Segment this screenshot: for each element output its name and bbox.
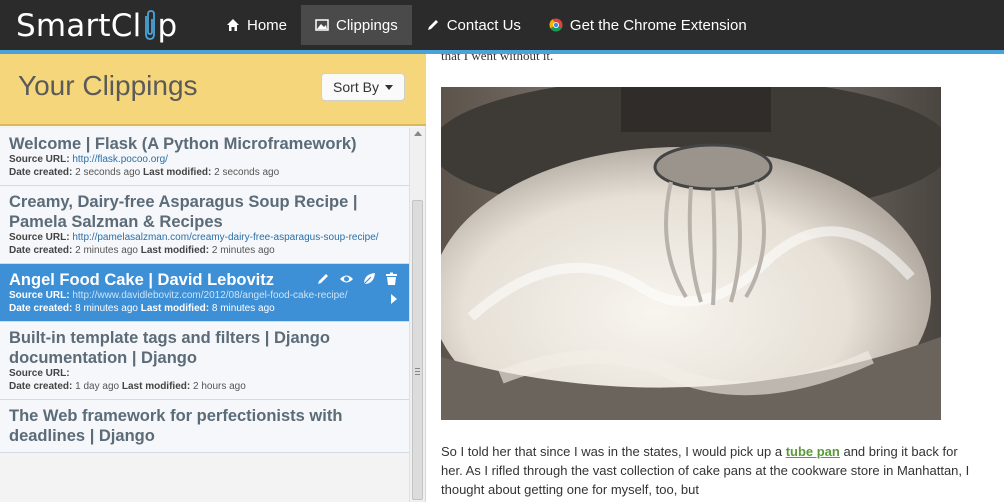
brand-name-suffix: p	[157, 8, 178, 44]
modified-value: 8 minutes ago	[211, 302, 275, 314]
image-icon	[315, 18, 329, 32]
nav-chrome-extension[interactable]: Get the Chrome Extension	[535, 5, 761, 45]
clipping-source-row: Source URL:	[9, 368, 401, 381]
leaf-icon[interactable]	[362, 272, 376, 286]
scroll-thumb[interactable]	[412, 200, 423, 500]
clipping-source-row: Source URL: http://pamelasalzman.com/cre…	[9, 232, 401, 245]
nav-clippings-label: Clippings	[336, 16, 398, 34]
clipping-item[interactable]: The Web framework for perfectionists wit…	[0, 400, 409, 453]
paragraph-text-before: So I told her that since I was in the st…	[441, 444, 786, 459]
modified-label: Last modified:	[140, 302, 210, 314]
top-navbar: SmartCl p Home Clippings Contact Us Get t…	[0, 0, 1004, 50]
source-label: Source URL:	[9, 232, 70, 243]
modified-label: Last modified:	[142, 166, 212, 178]
clipping-source-row: Source URL: http://www.davidlebovitz.com…	[9, 290, 401, 303]
created-label: Date created:	[9, 302, 73, 314]
source-link[interactable]: http://flask.pocoo.org/	[72, 154, 168, 165]
clipping-title: Creamy, Dairy-free Asparagus Soup Recipe…	[9, 193, 358, 231]
clipping-date-row: Date created: 8 minutes ago Last modifie…	[9, 303, 401, 316]
clipping-item-selected[interactable]: Angel Food Cake | David Lebovitz Source …	[0, 264, 409, 322]
sidebar-header: Your Clippings Sort By	[0, 54, 426, 126]
article-photo	[441, 87, 941, 420]
clipping-date-row: Date created: 2 minutes ago Last modifie…	[9, 245, 401, 258]
clipping-date-row: Date created: 1 day ago Last modified: 2…	[9, 381, 401, 394]
modified-label: Last modified:	[121, 380, 191, 392]
nav-home-label: Home	[247, 16, 288, 34]
modified-label: Last modified:	[140, 244, 210, 256]
created-value: 2 seconds ago	[75, 166, 141, 178]
sidebar-title: Your Clippings	[18, 70, 198, 101]
nav-contact[interactable]: Contact Us	[412, 5, 535, 45]
nav-contact-label: Contact Us	[446, 16, 521, 34]
source-link[interactable]: http://www.davidlebovitz.com/2012/08/ang…	[72, 290, 347, 301]
source-label: Source URL:	[9, 368, 70, 379]
clipping-title: The Web framework for perfectionists wit…	[9, 407, 343, 445]
caret-down-icon	[384, 84, 393, 90]
scroll-up-arrow-icon[interactable]	[414, 131, 422, 136]
nav-chrome-extension-label: Get the Chrome Extension	[569, 16, 747, 34]
modified-value: 2 minutes ago	[211, 244, 275, 256]
tube-pan-link[interactable]: tube pan	[786, 444, 840, 459]
main-nav: Home Clippings Contact Us Get the Chrome…	[212, 5, 761, 45]
clippings-sidebar: Your Clippings Sort By Welcome | Flask (…	[0, 54, 426, 502]
clipping-item[interactable]: Built-in template tags and filters | Dja…	[0, 322, 409, 400]
created-value: 2 minutes ago	[75, 244, 138, 256]
brand-logo[interactable]: SmartCl p	[16, 6, 177, 46]
modified-value: 2 hours ago	[192, 380, 246, 392]
brand-name-prefix: SmartCl	[16, 8, 142, 44]
created-value: 8 minutes ago	[75, 302, 138, 314]
trash-icon[interactable]	[385, 272, 399, 286]
article-text-cutoff: that I went without it.	[441, 54, 554, 63]
source-label: Source URL:	[9, 154, 70, 165]
paperclip-icon	[142, 10, 156, 42]
modified-value: 2 seconds ago	[214, 166, 280, 178]
pencil-icon	[426, 18, 440, 32]
sidebar-scrollbar[interactable]	[409, 128, 425, 502]
clipping-item[interactable]: Creamy, Dairy-free Asparagus Soup Recipe…	[0, 186, 409, 264]
clipping-source-row: Source URL: http://flask.pocoo.org/	[9, 154, 401, 167]
edit-pencil-icon[interactable]	[316, 272, 330, 286]
view-eye-icon[interactable]	[339, 272, 353, 286]
clipping-list: Welcome | Flask (A Python Microframework…	[0, 128, 409, 502]
nav-clippings[interactable]: Clippings	[301, 5, 412, 45]
home-icon	[226, 18, 240, 32]
created-label: Date created:	[9, 244, 73, 256]
clipping-item[interactable]: Welcome | Flask (A Python Microframework…	[0, 128, 409, 186]
clipping-title: Built-in template tags and filters | Dja…	[9, 329, 330, 367]
clipping-date-row: Date created: 2 seconds ago Last modifie…	[9, 167, 401, 180]
nav-home[interactable]: Home	[212, 5, 301, 45]
selected-arrow-icon	[391, 294, 397, 304]
sort-by-button[interactable]: Sort By	[321, 73, 405, 101]
clipping-title: Welcome | Flask (A Python Microframework…	[9, 135, 357, 153]
created-value: 1 day ago	[75, 380, 120, 392]
grip-icon	[415, 368, 420, 369]
clipping-actions	[316, 272, 399, 286]
clipping-content: that I went without it. So I told her th…	[427, 54, 1004, 502]
created-label: Date created:	[9, 380, 73, 392]
sort-by-label: Sort By	[333, 79, 379, 95]
chrome-icon	[549, 18, 563, 32]
source-link[interactable]: http://pamelasalzman.com/creamy-dairy-fr…	[72, 232, 378, 243]
created-label: Date created:	[9, 166, 73, 178]
article-paragraph: So I told her that since I was in the st…	[441, 442, 981, 499]
source-label: Source URL:	[9, 290, 70, 301]
